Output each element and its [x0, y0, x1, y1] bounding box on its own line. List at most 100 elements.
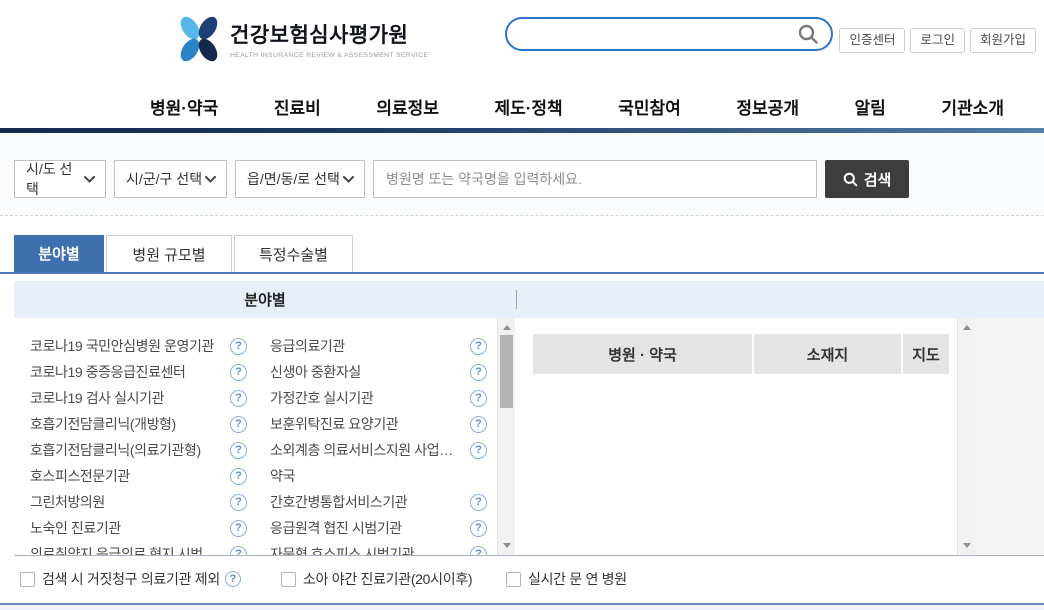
- results-panel-filler: [975, 318, 1044, 555]
- help-icon[interactable]: ?: [230, 494, 247, 511]
- search-icon[interactable]: [797, 23, 819, 45]
- login-button[interactable]: 로그인: [910, 28, 965, 53]
- scroll-up-icon[interactable]: [963, 325, 971, 330]
- help-icon[interactable]: ?: [470, 364, 487, 381]
- category-item[interactable]: 약국: [270, 463, 487, 489]
- help-icon[interactable]: ?: [230, 468, 247, 485]
- column-map: 지도: [903, 334, 949, 374]
- scroll-down-icon[interactable]: [503, 543, 511, 548]
- category-label: 코로나19 검사 실시기관: [30, 388, 224, 408]
- help-icon[interactable]: ?: [470, 338, 487, 355]
- global-search-input[interactable]: [523, 21, 789, 47]
- help-icon[interactable]: ?: [470, 416, 487, 433]
- nav-item-hospital-pharmacy[interactable]: 병원·약국: [150, 94, 218, 119]
- signup-button[interactable]: 회원가입: [970, 28, 1036, 53]
- help-icon[interactable]: ?: [230, 338, 247, 355]
- chevron-down-icon: [343, 176, 354, 183]
- sigungu-select-value: 시/군/구 선택: [126, 169, 202, 189]
- category-item[interactable]: 신생아 중환자실 ?: [270, 359, 487, 385]
- category-item[interactable]: 호흡기전담클리닉(개방형) ?: [30, 411, 247, 437]
- nav-item-info-disclosure[interactable]: 정보공개: [736, 94, 799, 119]
- nav-item-policy[interactable]: 제도·정책: [494, 94, 562, 119]
- hira-logo-icon: [177, 16, 221, 62]
- category-item[interactable]: 호스피스전문기관 ?: [30, 463, 247, 489]
- results-panel: 병원 · 약국 소재지 지도: [520, 318, 1044, 555]
- dong-select[interactable]: 읍/면/동/로 선택: [235, 160, 365, 198]
- panel-header-bar: 분야별: [14, 281, 1044, 318]
- search-submit-button[interactable]: 검색: [825, 160, 909, 198]
- hira-logo[interactable]: 건강보험심사평가원 HEALTH INSURANCE REVIEW & ASSE…: [177, 16, 428, 62]
- nav-item-medical-fee[interactable]: 진료비: [274, 94, 321, 119]
- category-item[interactable]: 그린처방의원 ?: [30, 489, 247, 515]
- exclude-false-claims-checkbox[interactable]: [20, 572, 35, 587]
- checkbox-label: 실시간 문 연 병원: [528, 569, 627, 589]
- help-icon[interactable]: ?: [470, 390, 487, 407]
- category-column-2: 응급의료기관 ? 신생아 중환자실 ? 가정간호 실시기관 ? 보훈위탁진료 요…: [270, 333, 487, 555]
- scrollbar-thumb[interactable]: [500, 335, 513, 408]
- category-item[interactable]: 가정간호 실시기관 ?: [270, 385, 487, 411]
- category-item[interactable]: 응급의료기관 ?: [270, 333, 487, 359]
- category-item[interactable]: 호흡기전담클리닉(의료기관형) ?: [30, 437, 247, 463]
- nav-item-notice[interactable]: 알림: [855, 94, 886, 119]
- help-icon[interactable]: ?: [230, 364, 247, 381]
- category-label: 호스피스전문기관: [30, 466, 224, 486]
- category-label: 노숙인 진료기관: [30, 518, 224, 538]
- global-search-box: [505, 17, 833, 51]
- category-label: 간호간병통합서비스기관: [270, 492, 464, 512]
- open-now-hospital-filter[interactable]: 실시간 문 연 병원: [506, 569, 627, 589]
- pediatric-night-clinic-checkbox[interactable]: [281, 572, 296, 587]
- search-icon: [843, 172, 858, 187]
- sido-select[interactable]: 시/도 선택: [14, 160, 106, 198]
- tab-by-hospital-size[interactable]: 병원 규모별: [106, 235, 232, 272]
- open-now-hospital-checkbox[interactable]: [506, 572, 521, 587]
- nav-item-about[interactable]: 기관소개: [941, 94, 1004, 119]
- category-item[interactable]: 자문형 호스피스 시범기관 ?: [270, 541, 487, 555]
- tab-by-surgery[interactable]: 특정수술별: [234, 235, 353, 272]
- help-icon[interactable]: ?: [225, 571, 241, 587]
- global-nav: 병원·약국 진료비 의료정보 제도·정책 국민참여 정보공개 알림 기관소개: [0, 85, 1044, 128]
- category-label: 약국: [270, 466, 464, 486]
- tab-by-field[interactable]: 분야별: [14, 235, 104, 272]
- nav-item-medical-info[interactable]: 의료정보: [376, 94, 439, 119]
- help-icon[interactable]: ?: [230, 520, 247, 537]
- category-item[interactable]: 코로나19 중증응급진료센터 ?: [30, 359, 247, 385]
- category-item[interactable]: 소외계층 의료서비스지원 사업… ?: [270, 437, 487, 463]
- category-label: 코로나19 국민안심병원 운영기관: [30, 336, 224, 356]
- hira-hospital-search-page: 건강보험심사평가원 HEALTH INSURANCE REVIEW & ASSE…: [0, 0, 1044, 610]
- exclude-false-claims-filter[interactable]: 검색 시 거짓청구 의료기관 제외 ?: [20, 569, 241, 589]
- help-icon[interactable]: ?: [470, 494, 487, 511]
- help-icon[interactable]: ?: [470, 520, 487, 537]
- category-item[interactable]: 응급원격 협진 시범기관 ?: [270, 515, 487, 541]
- help-icon[interactable]: ?: [230, 390, 247, 407]
- logo-title: 건강보험심사평가원: [230, 19, 428, 49]
- sigungu-select[interactable]: 시/군/구 선택: [114, 160, 227, 198]
- help-icon[interactable]: ?: [230, 442, 247, 459]
- results-scrollbar[interactable]: [957, 318, 975, 555]
- category-list-panel: 코로나19 국민안심병원 운영기관 ? 코로나19 중증응급진료센터 ? 코로나…: [14, 318, 515, 555]
- category-list-scrollbar[interactable]: [497, 318, 515, 555]
- keyword-input[interactable]: [373, 160, 817, 198]
- scroll-up-icon[interactable]: [503, 325, 511, 330]
- sido-select-value: 시/도 선택: [26, 159, 84, 199]
- category-item[interactable]: 간호간병통합서비스기관 ?: [270, 489, 487, 515]
- category-item[interactable]: 코로나19 검사 실시기관 ?: [30, 385, 247, 411]
- header: 건강보험심사평가원 HEALTH INSURANCE REVIEW & ASSE…: [0, 0, 1044, 85]
- category-item[interactable]: 노숙인 진료기관 ?: [30, 515, 247, 541]
- category-item[interactable]: 보훈위탁진료 요양기관 ?: [270, 411, 487, 437]
- category-item[interactable]: 코로나19 국민안심병원 운영기관 ?: [30, 333, 247, 359]
- cert-center-button[interactable]: 인증센터: [839, 28, 905, 53]
- category-column-1: 코로나19 국민안심병원 운영기관 ? 코로나19 중증응급진료센터 ? 코로나…: [30, 333, 247, 555]
- category-item[interactable]: 의료취약지 응급의료 현지 시범 ?: [30, 541, 247, 555]
- category-panel-title: 분야별: [14, 281, 516, 318]
- nav-item-public-participation[interactable]: 국민참여: [618, 94, 681, 119]
- help-icon[interactable]: ?: [230, 416, 247, 433]
- tab-by-hospital-size-label: 병원 규모별: [132, 244, 205, 265]
- help-icon[interactable]: ?: [470, 442, 487, 459]
- help-icon[interactable]: ?: [470, 546, 487, 556]
- scroll-down-icon[interactable]: [963, 543, 971, 548]
- help-icon[interactable]: ?: [230, 546, 247, 556]
- tab-by-surgery-label: 특정수술별: [259, 244, 328, 265]
- category-label: 의료취약지 응급의료 현지 시범: [30, 544, 224, 555]
- checkbox-label: 소아 야간 진료기관(20시이후): [303, 569, 472, 589]
- pediatric-night-clinic-filter[interactable]: 소아 야간 진료기관(20시이후): [281, 569, 472, 589]
